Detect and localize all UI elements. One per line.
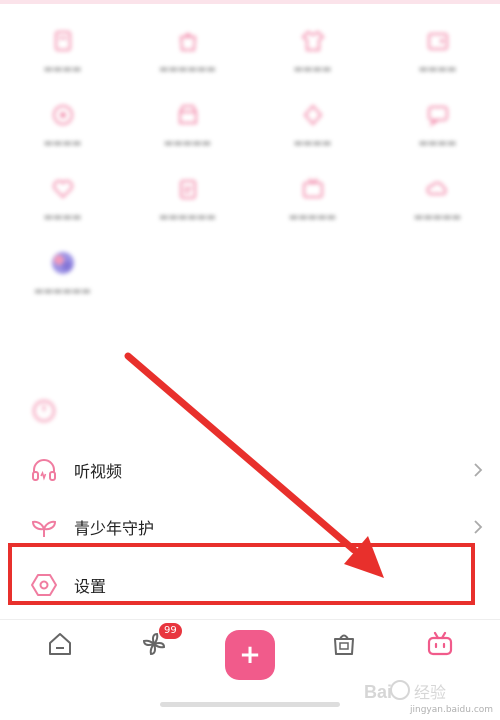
grid-label: ▬▬▬▬ <box>418 138 457 149</box>
grid-label: ▬▬▬▬▬▬ <box>159 64 216 75</box>
shop-icon <box>178 105 197 124</box>
list-item-listen-video[interactable]: 听视频 <box>0 442 500 498</box>
app-avatar-icon <box>51 252 74 274</box>
svg-text:经验: 经验 <box>414 684 446 702</box>
wallet-icon <box>427 33 448 50</box>
notification-badge: 99 <box>159 623 182 639</box>
grid-label: ▬▬▬▬▬ <box>163 138 212 149</box>
grid-item[interactable]: ▬▬▬▬ <box>250 92 375 166</box>
shopping-bag-icon <box>334 634 354 655</box>
heart-icon <box>52 180 73 199</box>
grid-item[interactable]: ▬▬▬▬▬ <box>375 166 500 240</box>
grid-item[interactable]: ▬▬▬▬▬▬ <box>125 166 250 240</box>
list-item-blurred[interactable] <box>0 383 500 439</box>
home-icon <box>49 633 71 655</box>
grid-item[interactable]: ▬▬▬▬ <box>375 18 500 92</box>
cloud-icon <box>426 181 447 195</box>
grid-row-1: ▬▬▬▬ ▬▬▬▬▬▬ ▬▬▬▬ ▬▬▬▬ <box>0 18 500 92</box>
grid-item[interactable]: ▬▬▬▬ <box>0 92 125 166</box>
sprout-icon <box>31 520 57 537</box>
star-icon <box>52 105 73 125</box>
grid-label: ▬▬▬▬ <box>293 64 332 75</box>
svg-text:Bai: Bai <box>364 682 392 702</box>
publish-button[interactable]: + <box>225 630 275 680</box>
tab-dynamic[interactable]: 99 <box>114 623 194 664</box>
grid-label: ▬▬▬▬ <box>43 138 82 149</box>
book-icon <box>54 31 71 51</box>
annotation-highlight-box <box>8 543 475 605</box>
list-item-label: 青少年守护 <box>74 519 155 538</box>
service-grid: ▬▬▬▬ ▬▬▬▬▬▬ ▬▬▬▬ ▬▬▬▬ ▬▬▬▬ ▬▬▬▬▬ ▬▬▬▬ ▬▬… <box>0 18 500 314</box>
top-strip <box>0 0 500 4</box>
clipboard-icon <box>179 180 196 199</box>
grid-item[interactable]: ▬▬▬▬▬▬ <box>0 240 125 314</box>
grid-item[interactable]: ▬▬▬▬ <box>250 18 375 92</box>
bilibili-tv-icon <box>427 631 453 656</box>
bag-icon <box>179 33 196 51</box>
grid-label: ▬▬▬▬▬▬ <box>34 286 91 297</box>
shirt-icon <box>300 30 325 51</box>
chevron-right-icon <box>474 520 483 534</box>
grid-item[interactable]: ▬▬▬▬ <box>375 92 500 166</box>
tv-icon <box>302 178 323 198</box>
chevron-right-icon <box>474 463 483 477</box>
grid-item[interactable]: ▬▬▬▬▬ <box>125 92 250 166</box>
grid-row-3: ▬▬▬▬ ▬▬▬▬▬▬ ▬▬▬▬▬ ▬▬▬▬▬ <box>0 166 500 240</box>
grid-label: ▬▬▬▬▬ <box>288 212 337 223</box>
diamond-icon <box>303 104 322 126</box>
grid-label: ▬▬▬▬▬ <box>413 212 462 223</box>
grid-label: ▬▬▬▬▬▬ <box>159 212 216 223</box>
grid-label: ▬▬▬▬ <box>43 64 82 75</box>
home-indicator <box>160 702 340 707</box>
grid-label: ▬▬▬▬ <box>43 212 82 223</box>
tab-member-shop[interactable] <box>304 630 384 664</box>
headphones-icon <box>32 459 56 481</box>
grid-row-4: ▬▬▬▬▬▬ <box>0 240 500 314</box>
grid-item[interactable]: ▬▬▬▬ <box>0 18 125 92</box>
tab-mine[interactable] <box>400 630 480 664</box>
grid-label: ▬▬▬▬ <box>293 138 332 149</box>
tab-home[interactable] <box>20 630 100 664</box>
grid-label: ▬▬▬▬ <box>418 64 457 75</box>
watermark-text: jingyan.baidu.com <box>410 705 494 715</box>
list-item-label: 听视频 <box>74 462 123 481</box>
grid-row-2: ▬▬▬▬ ▬▬▬▬▬ ▬▬▬▬ ▬▬▬▬ <box>0 92 500 166</box>
clock-icon <box>33 400 55 422</box>
plus-icon: + <box>239 640 261 670</box>
grid-item[interactable]: ▬▬▬▬ <box>0 166 125 240</box>
chat-icon <box>427 106 448 127</box>
grid-item[interactable]: ▬▬▬▬▬▬ <box>125 18 250 92</box>
grid-item[interactable]: ▬▬▬▬▬ <box>250 166 375 240</box>
